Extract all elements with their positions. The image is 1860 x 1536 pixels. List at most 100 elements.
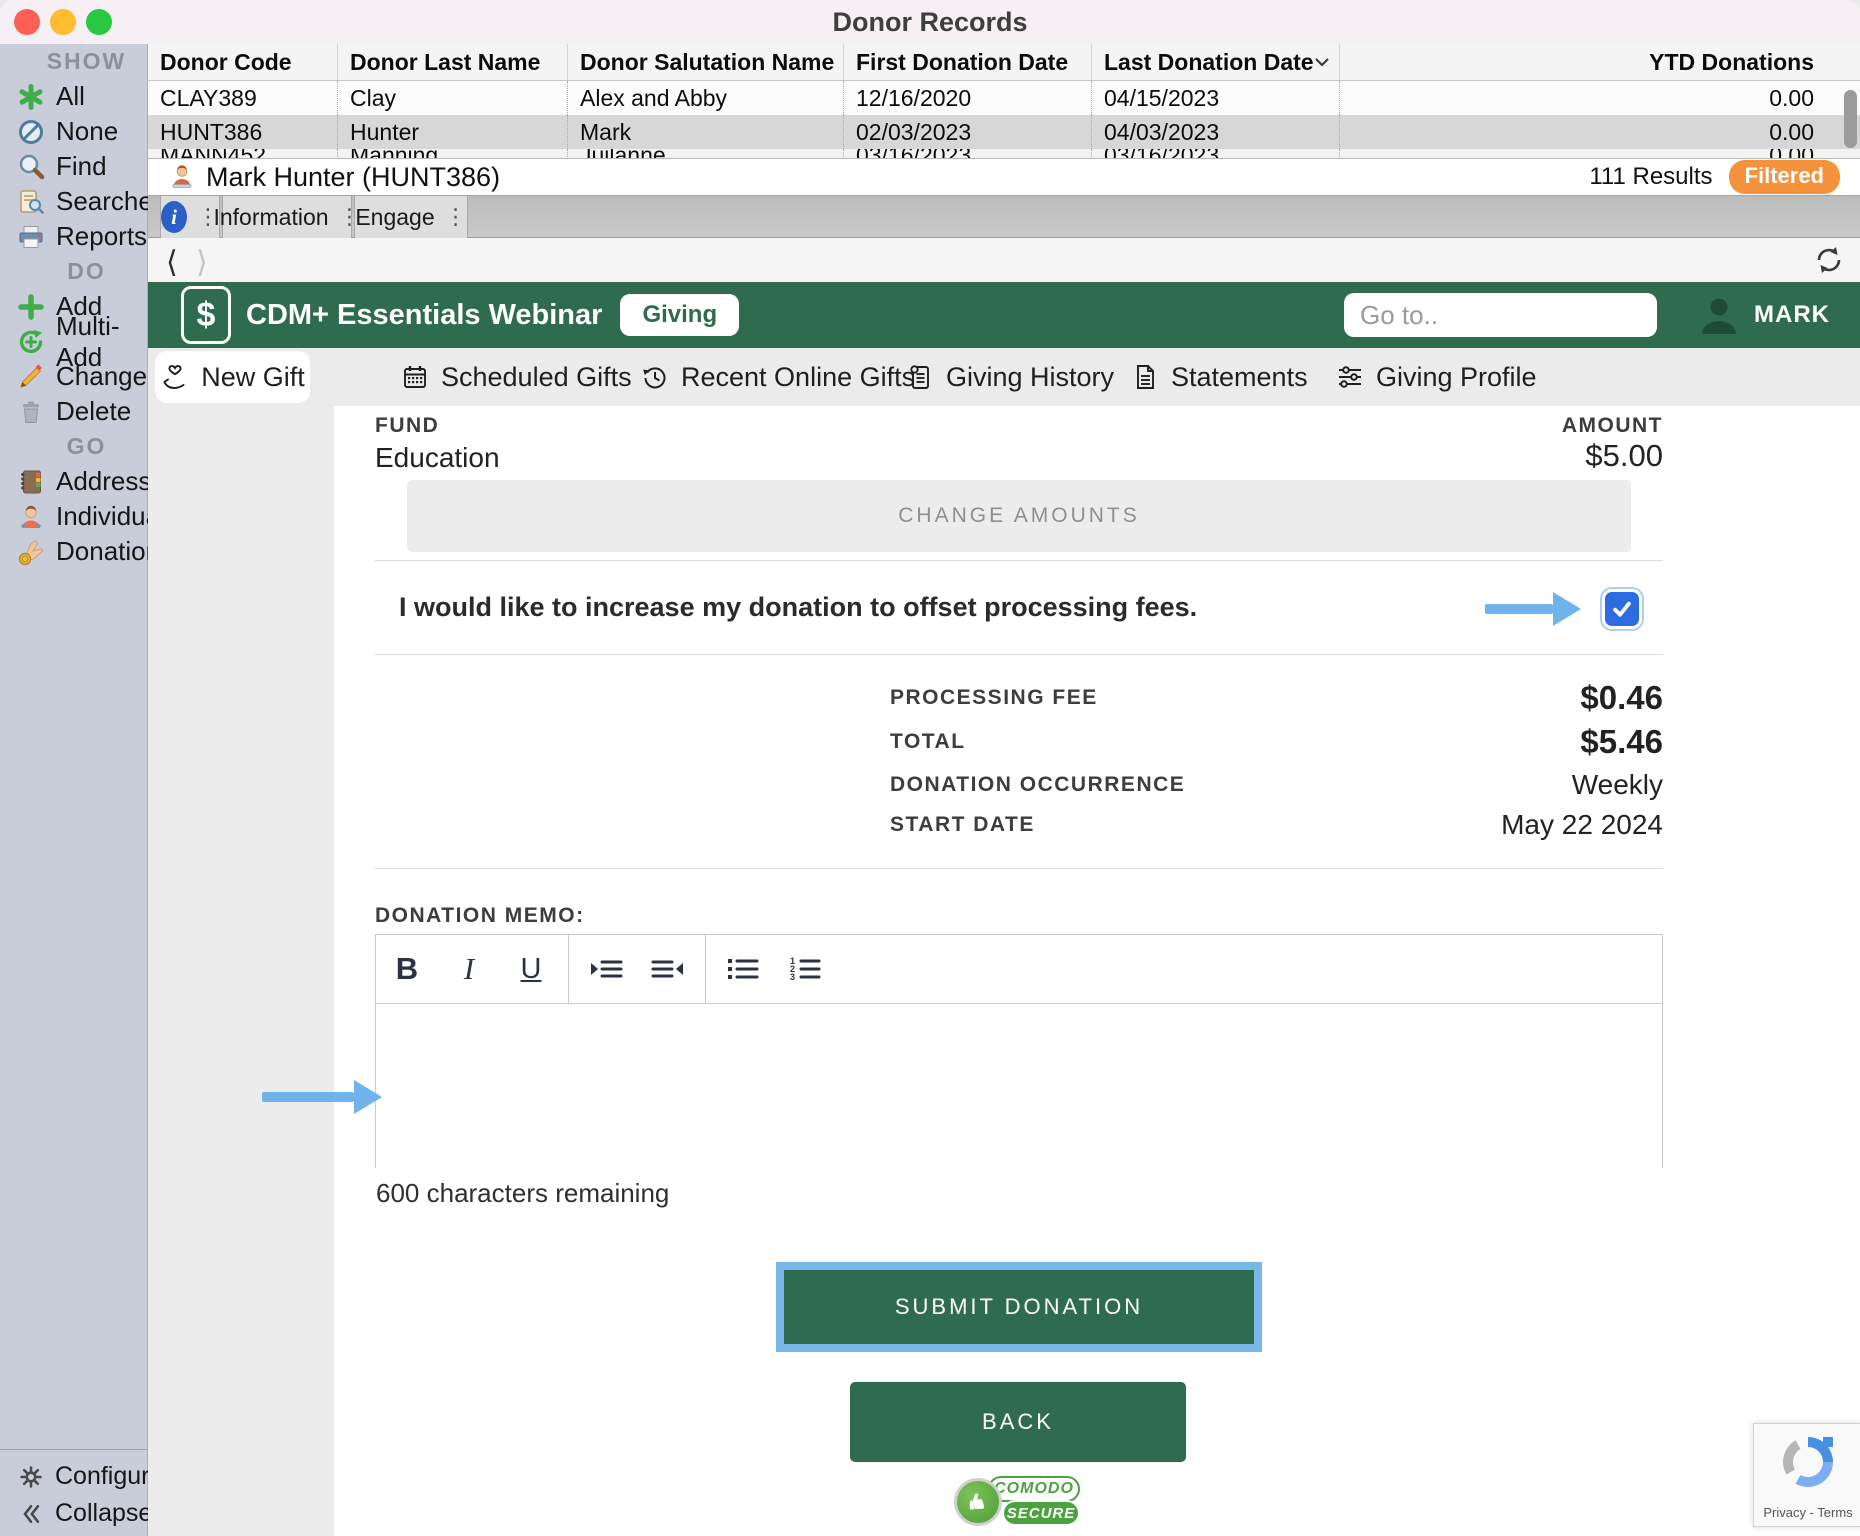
content-gutter (148, 406, 334, 1536)
forward-arrow-button[interactable]: ⟩ (196, 245, 208, 280)
document-icon (1130, 362, 1160, 392)
column-header-donor-code[interactable]: Donor Code (148, 44, 338, 80)
comodo-secure-badge: COMODO SECURE (954, 1476, 1084, 1532)
amount-label: AMOUNT (1562, 414, 1663, 438)
table-row[interactable]: CLAY389 Clay Alex and Abby 12/16/2020 04… (148, 81, 1860, 115)
chars-remaining: 600 characters remaining (376, 1178, 669, 1209)
hand-coins-icon (16, 537, 46, 567)
donor-records-window: Donor Records SHOW All None Find Searche… (0, 0, 1860, 1536)
donor-table-header: Donor Code Donor Last Name Donor Salutat… (148, 44, 1860, 81)
printer-icon (16, 222, 46, 252)
tab-engage[interactable]: Engage ⋮ (354, 196, 468, 238)
italic-button[interactable]: I (438, 935, 500, 1003)
sidebar-item-searches[interactable]: Searches (0, 184, 147, 219)
chevron-down-icon (1314, 57, 1330, 67)
address-book-icon (16, 467, 46, 497)
calendar-icon (400, 362, 430, 392)
column-header-last-date[interactable]: Last Donation Date (1092, 44, 1340, 80)
no-entry-icon (16, 117, 46, 147)
sidebar-section-go: GO (0, 429, 147, 464)
divider (375, 868, 1663, 869)
sidebar-item-all[interactable]: All (0, 79, 147, 114)
memo-textarea[interactable] (376, 1004, 1662, 1168)
giving-badge[interactable]: Giving (620, 294, 739, 336)
results-count: 111 Results (1589, 163, 1712, 191)
processing-fee-value: $0.46 (1580, 679, 1663, 717)
user-menu[interactable]: MARK (1696, 292, 1830, 338)
trash-icon (16, 397, 46, 427)
history-clock-icon (640, 362, 670, 392)
goto-input[interactable] (1344, 293, 1657, 337)
person-at-desk-icon (168, 163, 196, 191)
sidebar-footer: Configure Collapse (0, 1449, 148, 1532)
nav-tab-statements[interactable]: Statements (1130, 351, 1308, 403)
toolbar-divider (705, 935, 706, 1003)
column-header-first-date[interactable]: First Donation Date (844, 44, 1092, 80)
summary-row-processing-fee: PROCESSING FEE $0.46 (375, 676, 1663, 720)
tab-information[interactable]: Information ⋮ (222, 196, 352, 238)
sidebar-section-do: DO (0, 254, 147, 289)
gear-icon (16, 1462, 46, 1492)
donor-table: Donor Code Donor Last Name Donor Salutat… (148, 44, 1860, 158)
underline-button[interactable]: U (500, 935, 562, 1003)
giving-header: $ CDM+ Essentials Webinar Giving MARK (148, 282, 1860, 348)
configure-button[interactable]: Configure (0, 1458, 148, 1495)
bold-button[interactable]: B (376, 935, 438, 1003)
amount-value: $5.00 (1585, 438, 1663, 474)
table-scrollbar[interactable] (1844, 90, 1857, 148)
memo-editor: B I U 123 (375, 934, 1663, 1168)
divider (375, 560, 1663, 561)
toolbar-divider (568, 935, 569, 1003)
bullet-list-icon[interactable] (712, 935, 774, 1003)
sidebar-item-individual[interactable]: Individual (0, 499, 147, 534)
numbered-list-icon[interactable]: 123 (774, 935, 836, 1003)
svg-text:3: 3 (790, 972, 795, 982)
offset-fees-checkbox[interactable] (1605, 592, 1639, 626)
table-row-selected[interactable]: HUNT386 Hunter Mark 02/03/2023 04/03/202… (148, 115, 1860, 149)
privacy-terms-link[interactable]: Privacy - Terms (1763, 1505, 1852, 1520)
circular-plus-icon (16, 327, 46, 357)
indent-icon[interactable] (575, 935, 637, 1003)
sidebar-item-donations[interactable]: Donations (0, 534, 147, 569)
total-value: $5.46 (1580, 723, 1663, 761)
record-title: Mark Hunter (HUNT386) (206, 162, 500, 193)
sidebar-item-address[interactable]: Address (0, 464, 147, 499)
secure-label: SECURE (1002, 1500, 1080, 1526)
donation-summary: PROCESSING FEE $0.46 TOTAL $5.46 DONATIO… (375, 676, 1663, 844)
back-button[interactable]: BACK (850, 1382, 1186, 1462)
drag-handle-icon: ⋮ (445, 206, 467, 228)
sidebar-item-find[interactable]: Find (0, 149, 147, 184)
submit-donation-button[interactable]: SUBMIT DONATION (776, 1262, 1262, 1352)
refresh-icon[interactable] (1812, 243, 1846, 277)
change-amounts-button[interactable]: CHANGE AMOUNTS (407, 480, 1631, 552)
sidebar-item-reports[interactable]: Reports (0, 219, 147, 254)
tab-info[interactable]: i ⋮ (160, 196, 220, 238)
fund-label: FUND (375, 414, 439, 438)
receipt-icon (905, 362, 935, 392)
sidebar-item-multi-add[interactable]: Multi-Add (0, 324, 147, 359)
column-header-ytd[interactable]: YTD Donations (1340, 44, 1860, 80)
collapse-icon (16, 1499, 46, 1529)
annotation-arrow-checkbox (1485, 592, 1581, 626)
filtered-badge[interactable]: Filtered (1729, 160, 1840, 194)
nav-tab-new-gift[interactable]: New Gift (155, 351, 310, 403)
column-header-last-name[interactable]: Donor Last Name (338, 44, 568, 80)
nav-tab-giving-profile[interactable]: Giving Profile (1335, 351, 1537, 403)
sidebar-item-none[interactable]: None (0, 114, 147, 149)
thumbs-up-icon (954, 1478, 1002, 1526)
sliders-icon (1335, 362, 1365, 392)
nav-tab-scheduled-gifts[interactable]: Scheduled Gifts (400, 351, 632, 403)
nav-tab-recent-online-gifts[interactable]: Recent Online Gifts (640, 351, 915, 403)
browser-nav-row: ⟨ ⟩ (148, 238, 1860, 282)
recaptcha-badge[interactable]: Privacy - Terms (1753, 1423, 1860, 1527)
record-header-bar: Mark Hunter (HUNT386) 111 Results Filter… (148, 158, 1860, 196)
sidebar-item-delete[interactable]: Delete (0, 394, 147, 429)
outdent-icon[interactable] (637, 935, 699, 1003)
avatar-icon (1696, 292, 1742, 338)
nav-tab-giving-history[interactable]: Giving History (905, 351, 1114, 403)
column-header-salutation[interactable]: Donor Salutation Name (568, 44, 844, 80)
table-row[interactable]: MANN452 Manning Juilanne 03/16/2023 03/1… (148, 149, 1860, 158)
sidebar-item-change[interactable]: Change (0, 359, 147, 394)
collapse-button[interactable]: Collapse (0, 1495, 148, 1532)
back-arrow-button[interactable]: ⟨ (166, 245, 178, 280)
